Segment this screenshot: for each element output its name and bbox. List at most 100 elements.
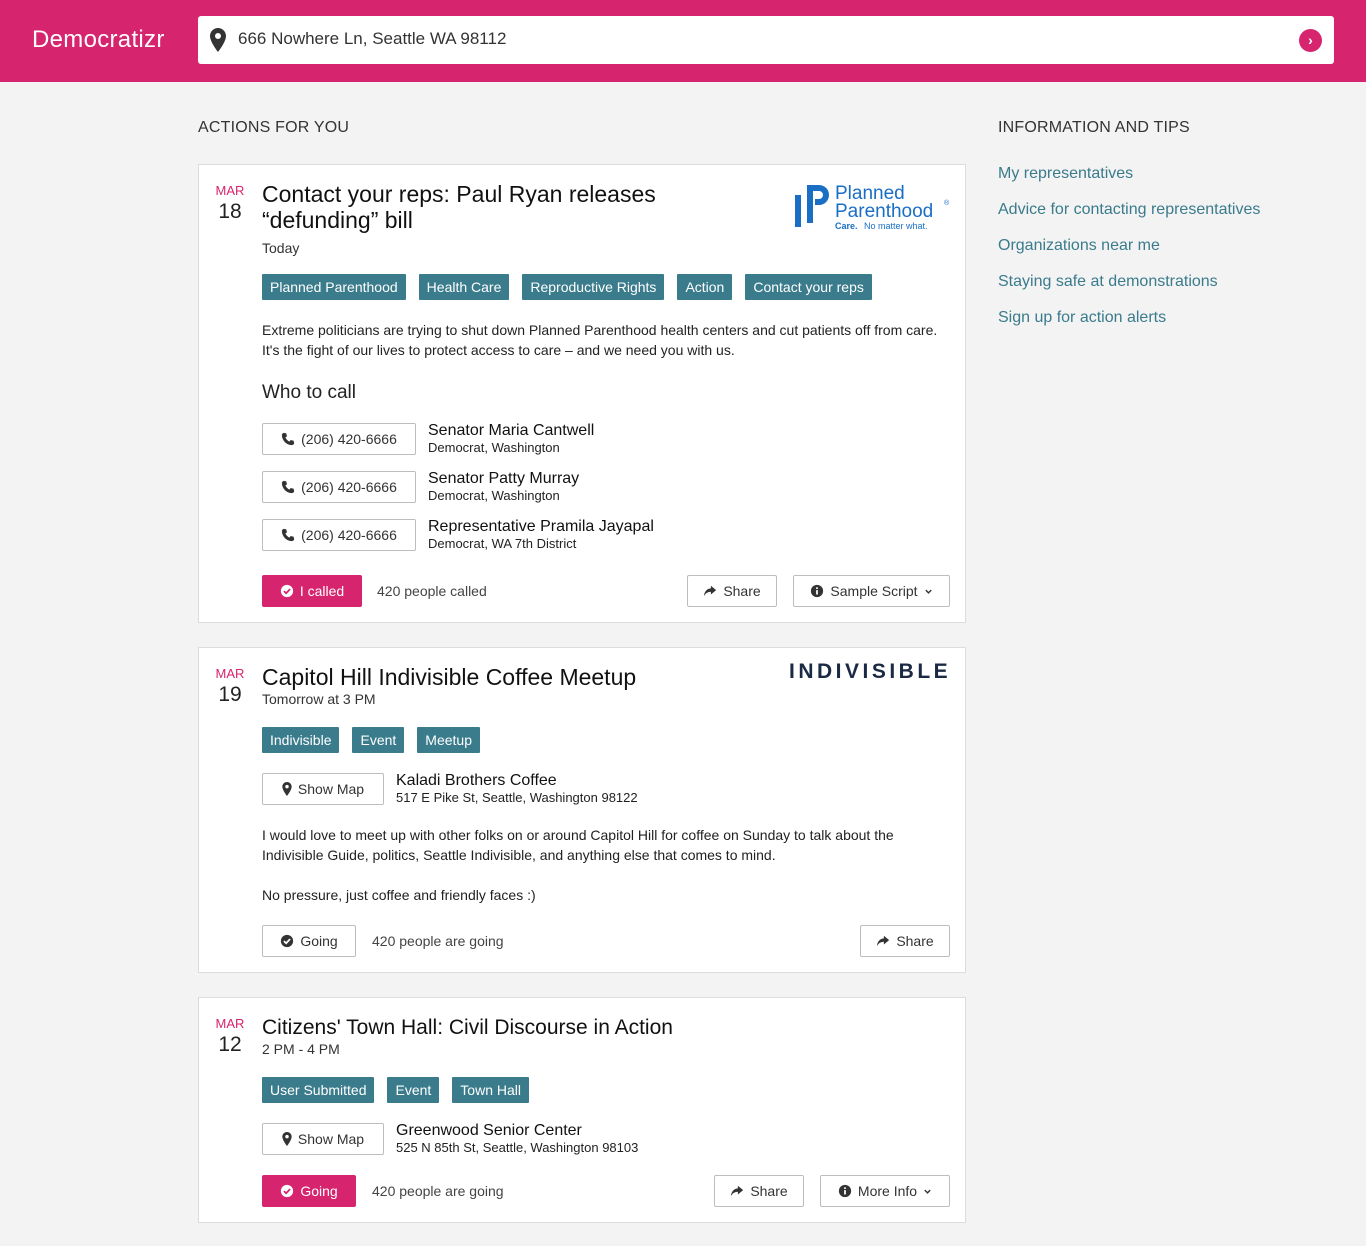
card-title-line: Contact your reps: Paul Ryan releases: [262, 181, 656, 207]
share-button[interactable]: Share: [714, 1175, 804, 1207]
button-label: Sample Script: [830, 583, 918, 599]
link-advice-contacting[interactable]: Advice for contacting representatives: [998, 201, 1260, 219]
i-called-button[interactable]: I called: [262, 575, 362, 607]
logo-registered-mark: ®: [944, 199, 950, 207]
rep-name: Senator Maria Cantwell: [428, 422, 595, 439]
location-name: Kaladi Brothers Coffee: [396, 772, 557, 789]
chevron-right-icon[interactable]: ›: [1299, 29, 1322, 52]
location-address: 525 N 85th St, Seattle, Washington 98103: [396, 1140, 639, 1155]
rep-party: Democrat, Washington: [428, 488, 560, 503]
rep-name: Representative Pramila Jayapal: [428, 518, 654, 535]
call-button[interactable]: (206) 420-6666: [262, 423, 416, 455]
button-label: More Info: [857, 1183, 918, 1199]
tag-list: User Submitted Event Town Hall: [262, 1077, 529, 1103]
phone-icon: [282, 528, 295, 542]
date-day: 19: [218, 683, 242, 706]
tag[interactable]: User Submitted: [262, 1077, 375, 1103]
info-section-title: INFORMATION AND TIPS: [998, 119, 1190, 136]
event-card: MAR 19 Capitol Hill Indivisible Coffee M…: [198, 647, 966, 973]
link-organizations-near-me[interactable]: Organizations near me: [998, 237, 1160, 255]
who-to-call-heading: Who to call: [262, 382, 356, 403]
link-staying-safe[interactable]: Staying safe at demonstrations: [998, 273, 1218, 291]
chevron-down-icon: [924, 1189, 931, 1194]
show-map-button[interactable]: Show Map: [262, 1123, 384, 1155]
actions-section-title: ACTIONS FOR YOU: [198, 119, 350, 136]
button-label: I called: [299, 583, 345, 599]
rep-party: Democrat, Washington: [428, 440, 560, 455]
tag-list: Planned Parenthood Health Care Reproduct…: [262, 274, 872, 300]
going-count: 420 people are going: [372, 1183, 504, 1199]
date-month: MAR: [215, 183, 245, 198]
info-icon: [838, 1184, 852, 1198]
check-circle-icon: [281, 934, 294, 948]
card-subtitle: 2 PM - 4 PM: [262, 1041, 340, 1057]
going-button[interactable]: Going: [262, 1175, 356, 1207]
check-circle-icon: [280, 584, 293, 598]
map-pin-icon: [282, 1132, 292, 1146]
share-icon: [877, 935, 890, 947]
address-search[interactable]: 666 Nowhere Ln, Seattle WA 98112 ›: [198, 16, 1334, 64]
card-subtitle: Tomorrow at 3 PM: [262, 691, 376, 707]
share-icon: [731, 1185, 744, 1197]
card-description: I would love to meet up with other folks…: [262, 827, 894, 863]
button-label: Share: [750, 1183, 788, 1199]
phone-number: (206) 420-6666: [301, 527, 397, 543]
card-title[interactable]: Citizens' Town Hall: Civil Discourse in …: [262, 1015, 673, 1041]
address-input[interactable]: 666 Nowhere Ln, Seattle WA 98112: [238, 29, 506, 49]
card-title[interactable]: Contact your reps: Paul Ryan releases “d…: [262, 181, 656, 233]
tag-list: Indivisible Event Meetup: [262, 727, 480, 753]
phone-number: (206) 420-6666: [301, 479, 397, 495]
link-action-alerts[interactable]: Sign up for action alerts: [998, 309, 1166, 327]
show-map-button[interactable]: Show Map: [262, 773, 384, 805]
date-badge: MAR 12: [199, 1016, 261, 1057]
date-badge: MAR 19: [199, 666, 261, 707]
chevron-down-icon: [924, 589, 932, 594]
sample-script-dropdown[interactable]: Sample Script: [793, 575, 950, 607]
planned-parenthood-logo: Planned Parenthood ® Care. No matter wha…: [795, 183, 950, 231]
card-subtitle: Today: [262, 240, 300, 256]
action-card: MAR 18 Contact your reps: Paul Ryan rele…: [198, 164, 966, 623]
share-button[interactable]: Share: [860, 925, 950, 957]
share-button[interactable]: Share: [687, 575, 777, 607]
going-button[interactable]: Going: [262, 925, 356, 957]
phone-icon: [282, 432, 295, 446]
share-icon: [704, 585, 717, 597]
event-card: MAR 12 Citizens' Town Hall: Civil Discou…: [198, 997, 966, 1223]
tag[interactable]: Town Hall: [452, 1077, 529, 1103]
tag[interactable]: Indivisible: [262, 727, 340, 753]
button-label: Show Map: [297, 781, 365, 797]
link-my-representatives[interactable]: My representatives: [998, 165, 1133, 183]
call-button[interactable]: (206) 420-6666: [262, 471, 416, 503]
indivisible-logo: INDIVISIBLE: [789, 660, 952, 683]
logo-tagline-bold: Care.: [835, 221, 858, 231]
tag[interactable]: Action: [677, 274, 733, 300]
tag[interactable]: Contact your reps: [745, 274, 872, 300]
phone-number: (206) 420-6666: [301, 431, 397, 447]
tag[interactable]: Event: [352, 727, 405, 753]
card-description-extra: No pressure, just coffee and friendly fa…: [262, 887, 536, 903]
tag[interactable]: Planned Parenthood: [262, 274, 406, 300]
date-month: MAR: [215, 1016, 245, 1031]
going-count: 420 people are going: [372, 933, 504, 949]
tag[interactable]: Event: [387, 1077, 440, 1103]
app-logo[interactable]: Democratizr: [32, 26, 165, 54]
card-title-line: “defunding” bill: [262, 207, 413, 233]
date-month: MAR: [215, 666, 245, 681]
location-name: Greenwood Senior Center: [396, 1122, 582, 1139]
tag[interactable]: Meetup: [417, 727, 480, 753]
button-label: Going: [300, 933, 338, 949]
phone-icon: [282, 480, 295, 494]
tag[interactable]: Health Care: [418, 274, 510, 300]
rep-party: Democrat, WA 7th District: [428, 536, 577, 551]
card-description: Extreme politicians are trying to shut d…: [262, 322, 938, 358]
map-pin-icon: [282, 782, 292, 796]
call-button[interactable]: (206) 420-6666: [262, 519, 416, 551]
button-label: Going: [300, 1183, 338, 1199]
check-circle-icon: [281, 1184, 294, 1198]
called-count: 420 people called: [377, 583, 487, 599]
date-day: 12: [218, 1033, 242, 1056]
logo-tagline: No matter what.: [864, 221, 928, 231]
more-info-dropdown[interactable]: More Info: [820, 1175, 950, 1207]
tag[interactable]: Reproductive Rights: [522, 274, 665, 300]
card-title[interactable]: Capitol Hill Indivisible Coffee Meetup: [262, 664, 636, 690]
